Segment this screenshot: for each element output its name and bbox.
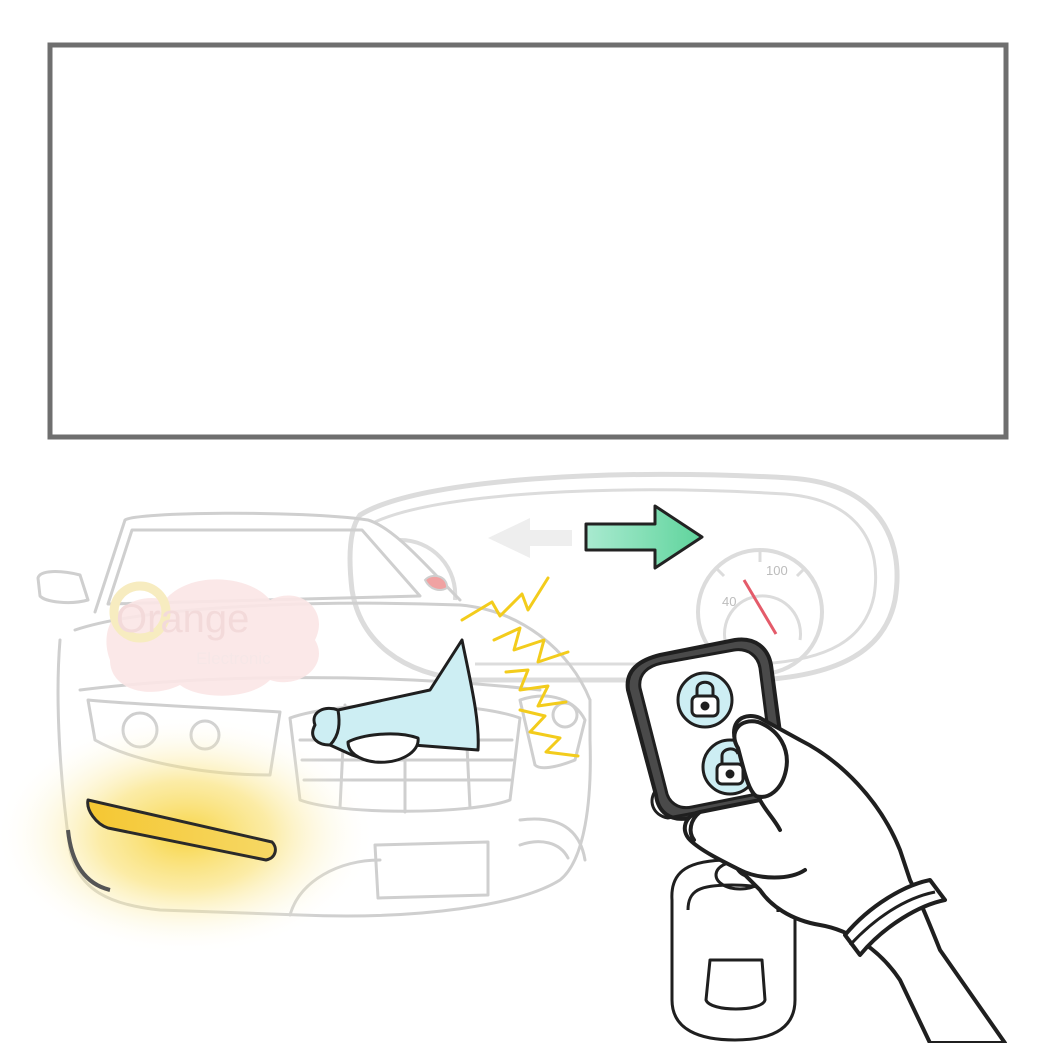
orange-electronic-logo: Orange Electronic — [106, 579, 319, 696]
inactive-signal-arrow — [488, 518, 572, 558]
logo-tagline: Electronic — [196, 649, 271, 668]
rear-light — [423, 574, 448, 591]
active-signal-arrow — [584, 504, 704, 570]
logo-wordmark: Orange — [116, 597, 249, 641]
speedometer-label-100: 100 — [766, 563, 788, 578]
speedometer-needle — [742, 579, 778, 635]
text-box-frame — [47, 42, 1009, 440]
speedometer-label-40: 40 — [722, 594, 736, 609]
car-alarm-illustration: 40 100 Orange Electronic — [0, 42, 1009, 1043]
